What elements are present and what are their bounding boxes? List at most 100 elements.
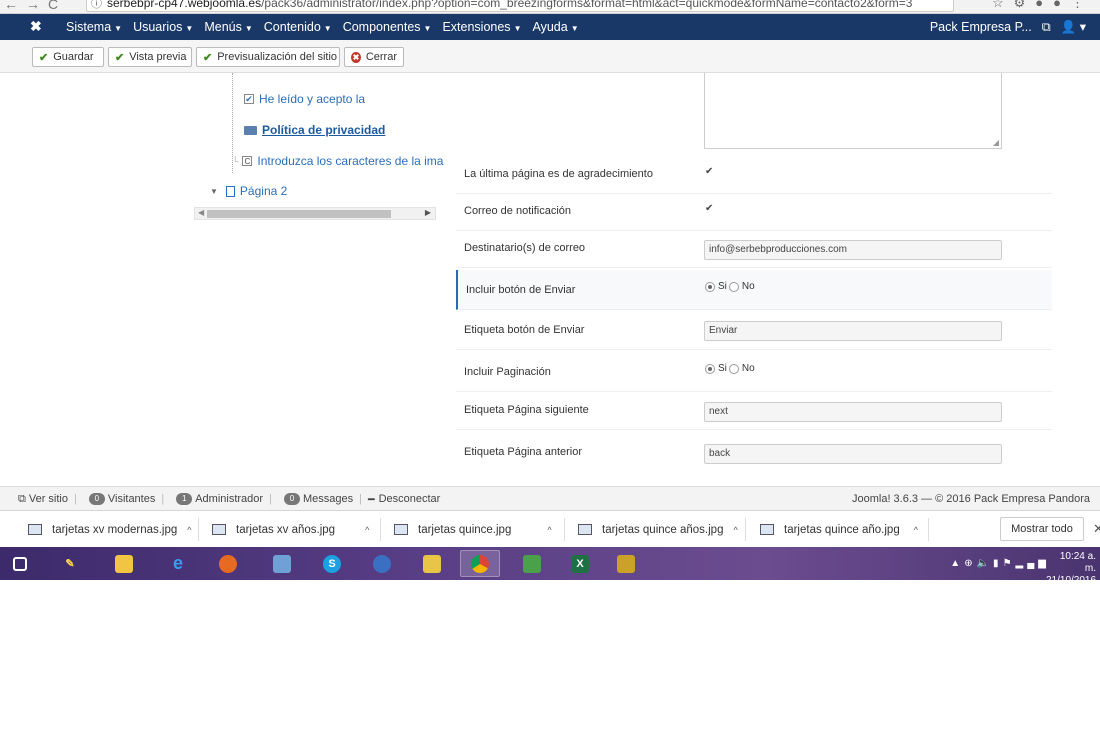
menu-ayuda[interactable]: Ayuda ▼: [532, 20, 578, 34]
scroll-right-arrow-icon[interactable]: ▶: [425, 208, 431, 217]
image-file-icon: [28, 524, 42, 535]
download-item[interactable]: tarjetas quince.jpg ^: [394, 511, 552, 548]
logout-link[interactable]: Desconectar: [379, 493, 441, 505]
clock-date: 21/10/2016: [1046, 575, 1097, 586]
taskbar-app[interactable]: [606, 550, 646, 577]
close-button[interactable]: ✖ Cerrar: [344, 47, 404, 67]
caret-down-icon: ▼: [114, 24, 123, 33]
skype-icon: S: [323, 554, 341, 573]
folder-icon: [244, 125, 257, 135]
row-previous-page-label: Etiqueta Página anterior back: [456, 432, 1052, 472]
scroll-left-arrow-icon[interactable]: ◀: [198, 208, 204, 217]
download-item[interactable]: tarjetas xv modernas.jpg ^: [28, 511, 192, 548]
save-button[interactable]: ✔ Guardar: [32, 47, 104, 67]
url-field[interactable]: ⓘ serbebpr-cp47.webjoomla.es/pack36/admi…: [86, 0, 954, 12]
flag-icon[interactable]: ⚑: [1003, 558, 1016, 569]
mail-recipients-input[interactable]: info@serbebproducciones.com: [704, 240, 1002, 260]
taskbar-app[interactable]: [104, 550, 144, 577]
site-preview-button[interactable]: ✔ Previsualización del sitio: [196, 47, 340, 67]
show-all-downloads-button[interactable]: Mostrar todo: [1000, 517, 1084, 541]
taskbar-app[interactable]: [208, 550, 248, 577]
url-path: /pack36/administrator/index.php?option=c…: [261, 0, 913, 10]
thankyou-page-checkbox[interactable]: ✔: [705, 167, 715, 177]
network-icon[interactable]: ⊕: [964, 558, 976, 569]
chevron-up-icon[interactable]: ^: [733, 525, 737, 535]
taskbar-app[interactable]: [412, 550, 452, 577]
chevron-up-icon[interactable]: ^: [914, 525, 918, 535]
user-menu-icon[interactable]: 👤 ▾: [1061, 19, 1086, 35]
screen: ←→C ⓘ serbebpr-cp47.webjoomla.es/pack36/…: [0, 0, 1100, 742]
view-site-link[interactable]: Ver sitio: [29, 493, 68, 505]
taskbar-app-active[interactable]: [460, 550, 500, 577]
battery-icon[interactable]: ▮: [993, 558, 1003, 569]
download-item[interactable]: tarjetas quince años.jpg ^: [578, 511, 738, 548]
menu-componentes[interactable]: Componentes ▼: [343, 20, 432, 34]
caret-down-icon: ▼: [423, 24, 432, 33]
include-submit-no-radio[interactable]: [728, 281, 739, 292]
row-submit-label: Etiqueta botón de Enviar Enviar: [456, 310, 1052, 350]
joomla-logo-icon[interactable]: ✖: [30, 18, 42, 35]
downloads-bar: tarjetas xv modernas.jpg ^ tarjetas xv a…: [0, 510, 1100, 547]
admin-link[interactable]: Administrador: [195, 493, 263, 505]
menu-extensiones[interactable]: Extensiones ▼: [442, 20, 521, 34]
taskbar-app[interactable]: [262, 550, 302, 577]
expand-triangle-icon[interactable]: ▼: [210, 187, 218, 196]
resize-grip-icon[interactable]: ◢: [993, 138, 999, 147]
volume-icon[interactable]: 🔈: [977, 558, 993, 569]
menu-contenido[interactable]: Contenido ▼: [264, 20, 332, 34]
notification-email-checkbox[interactable]: ✔: [705, 204, 715, 214]
tree-item-terms[interactable]: ✔ He leído y acepto la: [244, 92, 365, 106]
checkbox-icon: ✔: [244, 94, 254, 104]
pen-icon: ✎: [65, 558, 75, 570]
include-pagination-yes-radio[interactable]: [705, 363, 715, 374]
check-icon: ✔: [203, 51, 213, 64]
taskbar-app[interactable]: ✎: [50, 550, 90, 577]
tree-item-page-2[interactable]: ▼ Página 2: [210, 184, 287, 198]
tree-item-privacy-policy[interactable]: Política de privacidad: [244, 123, 385, 137]
textarea-field[interactable]: ◢: [704, 73, 1002, 149]
task-view-button[interactable]: [0, 550, 40, 577]
taskbar-app[interactable]: [512, 550, 552, 577]
download-item[interactable]: tarjetas quince año.jpg ^: [760, 511, 918, 548]
include-pagination-no-radio[interactable]: [728, 363, 739, 374]
site-link[interactable]: Pack Empresa P...: [930, 20, 1032, 34]
url-host: serbebpr-cp47.webjoomla.es: [107, 0, 262, 10]
row-next-page-label: Etiqueta Página siguiente next: [456, 390, 1052, 430]
system-tray[interactable]: ▲ ⊕ 🔈 ▮ ⚑ ▂▄▆: [950, 547, 1050, 580]
menu-sistema[interactable]: Sistema ▼: [66, 20, 122, 34]
messages-badge: 0: [283, 493, 300, 505]
include-submit-yes-radio[interactable]: [705, 281, 715, 292]
browser-nav-buttons[interactable]: ←→C: [4, 0, 66, 12]
download-item[interactable]: tarjetas xv años.jpg ^: [212, 511, 369, 548]
taskbar-app[interactable]: e: [158, 550, 198, 577]
tray-chevron-icon[interactable]: ▲: [950, 558, 964, 569]
row-thankyou-page: La última página es de agradecimiento ✔: [456, 154, 1052, 194]
tree-horizontal-scrollbar[interactable]: ◀ ▶: [194, 207, 436, 220]
chevron-up-icon[interactable]: ^: [187, 525, 191, 535]
scrollbar-thumb[interactable]: [207, 210, 391, 218]
tree-item-captcha[interactable]: └ C Introduzca los caracteres de la ima: [232, 154, 443, 168]
next-page-label-input[interactable]: next: [704, 402, 1002, 422]
taskbar-app[interactable]: [362, 550, 402, 577]
visitors-link[interactable]: Visitantes: [108, 493, 156, 505]
previous-page-label-input[interactable]: back: [704, 444, 1002, 464]
image-file-icon: [578, 524, 592, 535]
taskbar-clock[interactable]: 10:24 a. m. 21/10/2016: [1046, 551, 1096, 587]
signal-icon[interactable]: ▂▄▆: [1016, 558, 1050, 569]
submit-label-input[interactable]: Enviar: [704, 321, 1002, 341]
menu-usuarios[interactable]: Usuarios ▼: [133, 20, 193, 34]
image-file-icon: [394, 524, 408, 535]
browser-extension-icons[interactable]: ☆⚙●●⋮: [992, 0, 1094, 11]
taskbar-app[interactable]: S: [312, 550, 352, 577]
chevron-up-icon[interactable]: ^: [547, 525, 551, 535]
menu-menus[interactable]: Menús ▼: [204, 20, 252, 34]
messages-link[interactable]: Messages: [303, 493, 353, 505]
chevron-up-icon[interactable]: ^: [365, 525, 369, 535]
task-view-icon: [13, 556, 27, 571]
external-link-icon: ⧉: [18, 492, 26, 505]
preview-button[interactable]: ✔ Vista previa: [108, 47, 192, 67]
close-icon[interactable]: ✕: [1093, 521, 1100, 537]
taskbar-app[interactable]: X: [560, 550, 600, 577]
toolbar: ✔ Guardar ✔ Vista previa ✔ Previsualización…: [0, 40, 1100, 73]
external-link-icon[interactable]: ⧉: [1042, 20, 1051, 35]
